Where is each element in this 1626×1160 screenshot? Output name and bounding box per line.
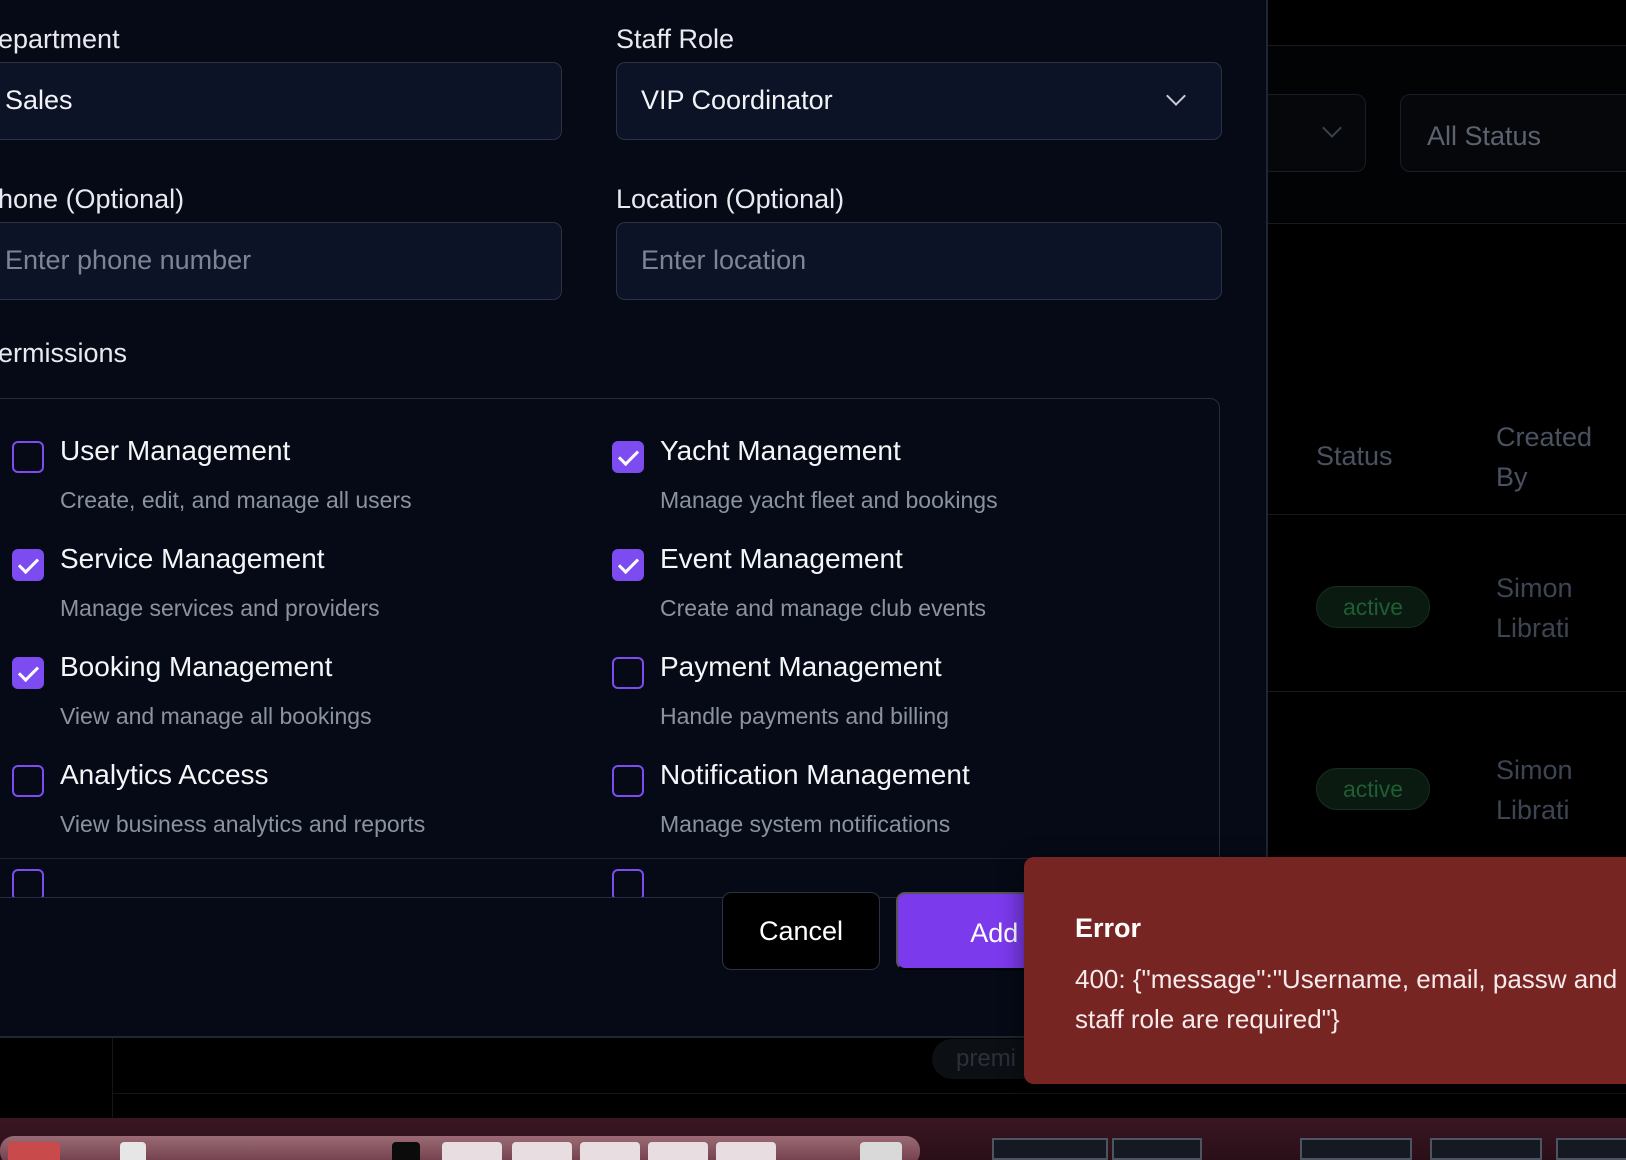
status-badge: active xyxy=(1316,586,1430,628)
department-label: epartment xyxy=(0,24,120,54)
row-divider xyxy=(112,1093,1626,1094)
permission-title: User Management xyxy=(60,435,291,466)
phone-label: hone (Optional) xyxy=(0,184,185,214)
chevron-down-icon xyxy=(1322,118,1342,138)
dock-window-thumb[interactable] xyxy=(648,1142,708,1160)
event-management-checkbox[interactable] xyxy=(612,549,644,581)
chevron-down-icon xyxy=(1166,86,1186,106)
permission-title: Event Management xyxy=(660,543,903,574)
permission-description: Create, edit, and manage all users xyxy=(60,487,412,513)
column-divider xyxy=(112,1038,113,1118)
permission-title: Payment Management xyxy=(660,651,942,682)
permission-description: Manage yacht fleet and bookings xyxy=(660,487,998,513)
background-topbar xyxy=(1268,0,1626,46)
header-divider xyxy=(1268,514,1626,515)
next-permission-checkbox[interactable] xyxy=(612,869,644,897)
error-toast[interactable]: Error 400: {"message":"Username, email, … xyxy=(1024,857,1626,1084)
created-by-cell: Simon Librati xyxy=(1496,573,1573,643)
permission-description: View business analytics and reports xyxy=(60,811,426,837)
permission-title: Booking Management xyxy=(60,651,333,682)
desktop-space-thumb[interactable] xyxy=(1300,1138,1412,1160)
phone-placeholder: Enter phone number xyxy=(5,245,252,275)
booking-management-checkbox[interactable] xyxy=(12,657,44,689)
trash-icon[interactable] xyxy=(860,1142,902,1160)
permission-description: Manage services and providers xyxy=(60,595,380,621)
created-by-cell: Simon Librati xyxy=(1496,755,1573,825)
dock-window-thumb[interactable] xyxy=(580,1142,640,1160)
background-filters: All Status xyxy=(1228,46,1626,224)
row-divider xyxy=(1268,691,1626,692)
permission-title: Analytics Access xyxy=(60,759,269,790)
dock-window-thumb[interactable] xyxy=(512,1142,572,1160)
desktop-space-thumb[interactable] xyxy=(1112,1138,1202,1160)
permissions-list[interactable]: User Management Create, edit, and manage… xyxy=(0,398,1220,898)
desktop-space-thumb[interactable] xyxy=(1430,1138,1542,1160)
status-filter-select[interactable]: All Status xyxy=(1400,94,1626,172)
cancel-button[interactable]: Cancel xyxy=(722,892,880,970)
staff-role-select[interactable]: VIP Coordinator xyxy=(616,62,1222,140)
dock-app-icon[interactable] xyxy=(120,1142,146,1160)
permission-description: View and manage all bookings xyxy=(60,703,372,729)
dock-window-thumb[interactable] xyxy=(442,1142,502,1160)
location-field[interactable]: Enter location xyxy=(616,222,1222,300)
service-management-checkbox[interactable] xyxy=(12,549,44,581)
permission-title: Service Management xyxy=(60,543,325,574)
user-management-checkbox[interactable] xyxy=(12,441,44,473)
status-filter-value: All Status xyxy=(1427,121,1542,151)
column-header-status[interactable]: Status xyxy=(1316,436,1393,476)
toast-message: 400: {"message":"Username, email, passw … xyxy=(1075,964,1618,1034)
phone-field[interactable]: Enter phone number xyxy=(0,222,562,300)
permission-description: Handle payments and billing xyxy=(660,703,949,729)
payment-management-checkbox[interactable] xyxy=(612,657,644,689)
dock xyxy=(0,1118,1626,1160)
screen: All Status Status Created By active Simo… xyxy=(0,0,1626,1160)
toast-title: Error xyxy=(1075,913,1142,943)
permission-title: Notification Management xyxy=(660,759,970,790)
dock-app-icon[interactable] xyxy=(392,1142,420,1160)
permission-description: Create and manage club events xyxy=(660,595,987,621)
permissions-heading: ermissions xyxy=(0,338,128,368)
next-permission-checkbox[interactable] xyxy=(12,869,44,897)
permission-title: Yacht Management xyxy=(660,435,901,466)
yacht-management-checkbox[interactable] xyxy=(612,441,644,473)
permission-description: Manage system notifications xyxy=(660,811,951,837)
notification-management-checkbox[interactable] xyxy=(612,765,644,797)
location-label: Location (Optional) xyxy=(616,184,845,214)
dock-window-thumb[interactable] xyxy=(716,1142,776,1160)
staff-role-label: Staff Role xyxy=(616,24,735,54)
location-placeholder: Enter location xyxy=(641,245,807,275)
staff-role-value: VIP Coordinator xyxy=(641,85,833,115)
desktop-space-thumb[interactable] xyxy=(992,1138,1108,1160)
desktop-space-thumb[interactable] xyxy=(1556,1138,1626,1160)
department-value: Sales xyxy=(5,85,73,115)
status-badge: active xyxy=(1316,768,1430,810)
column-header-created-by[interactable]: Created By xyxy=(1496,417,1616,497)
department-field[interactable]: Sales xyxy=(0,62,562,140)
dock-app-icon[interactable] xyxy=(8,1142,60,1160)
analytics-access-checkbox[interactable] xyxy=(12,765,44,797)
